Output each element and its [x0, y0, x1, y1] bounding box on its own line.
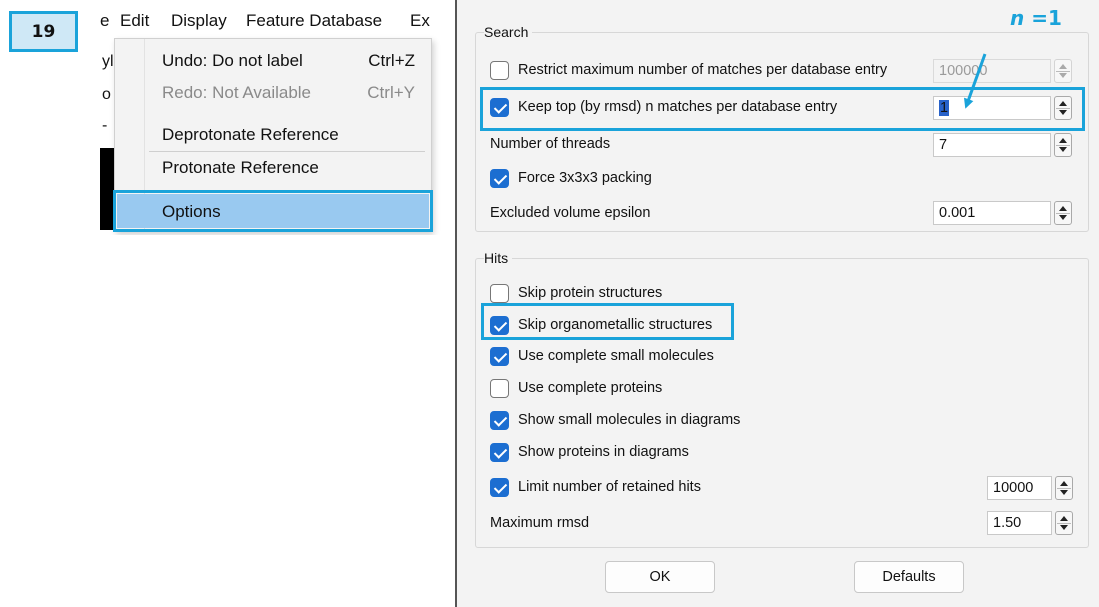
keep-top-value: 1 — [939, 100, 950, 116]
edit-menu-dropdown: Undo: Do not label Ctrl+Z Redo: Not Avai… — [114, 38, 432, 232]
show-proteins-checkbox[interactable] — [490, 443, 509, 462]
hits-option-row: Skip protein structures — [490, 282, 890, 306]
spin-arrows[interactable] — [1054, 59, 1072, 83]
menu-item-shortcut: Ctrl+Y — [367, 83, 415, 102]
limit-hits-label: Limit number of retained hits — [518, 479, 701, 495]
complete-proteins-checkbox[interactable] — [490, 379, 509, 398]
n-symbol: n — [1010, 6, 1025, 30]
spin-up-icon[interactable] — [1060, 481, 1068, 486]
spin-down-icon[interactable] — [1059, 110, 1067, 115]
n-value: =1 — [1031, 6, 1062, 30]
ok-button[interactable]: OK — [605, 561, 715, 593]
spin-down-icon[interactable] — [1060, 490, 1068, 495]
menu-item-protonate-reference[interactable]: Protonate Reference — [147, 152, 427, 182]
skip-organometallic-label: Skip organometallic structures — [518, 317, 713, 333]
threads-value: 7 — [939, 137, 948, 153]
limit-hits-spinbox[interactable]: 10000 — [987, 476, 1073, 500]
epsilon-row: Excluded volume epsilon — [490, 202, 790, 226]
hits-option-row: Show proteins in diagrams — [490, 441, 890, 465]
restrict-matches-checkbox[interactable] — [490, 61, 509, 80]
menu-item-undo[interactable]: Undo: Do not label Ctrl+Z — [147, 45, 427, 75]
force-packing-checkbox[interactable] — [490, 169, 509, 188]
skip-protein-label: Skip protein structures — [518, 285, 663, 301]
spin-up-icon[interactable] — [1059, 206, 1067, 211]
hits-option-row: Use complete small molecules — [490, 345, 890, 369]
menu-item-label: Deprotonate Reference — [162, 125, 339, 144]
menu-export-partial[interactable]: Ex — [410, 11, 430, 31]
menu-item-label: Redo: Not Available — [162, 83, 312, 102]
restrict-matches-row: Restrict maximum number of matches per d… — [490, 59, 910, 83]
keep-top-row: Keep top (by rmsd) n matches per databas… — [490, 96, 910, 120]
spin-arrows[interactable] — [1055, 511, 1073, 535]
threads-label: Number of threads — [490, 136, 611, 152]
complete-small-molecules-checkbox[interactable] — [490, 347, 509, 366]
toolbar-fragment: o — [102, 86, 111, 103]
spin-down-icon[interactable] — [1059, 147, 1067, 152]
menu-item-label: Protonate Reference — [162, 158, 319, 177]
force-packing-row: Force 3x3x3 packing — [490, 167, 790, 191]
skip-organometallic-checkbox[interactable] — [490, 316, 509, 335]
step-badge: 19 — [9, 11, 78, 52]
spin-down-icon[interactable] — [1059, 215, 1067, 220]
limit-hits-checkbox[interactable] — [490, 478, 509, 497]
restrict-matches-spinbox[interactable]: 100000 — [933, 59, 1072, 83]
epsilon-value: 0.001 — [939, 205, 976, 221]
spin-down-icon[interactable] — [1059, 73, 1067, 78]
search-group-title: Search — [484, 24, 533, 40]
step-number: 19 — [31, 21, 56, 42]
menu-file-partial[interactable]: e — [100, 11, 109, 31]
menu-feature-database[interactable]: Feature Database — [246, 11, 382, 31]
show-small-molecules-checkbox[interactable] — [490, 411, 509, 430]
spin-arrows[interactable] — [1054, 133, 1072, 157]
toolbar-fragment: - — [102, 117, 108, 134]
hits-option-row: Show small molecules in diagrams — [490, 409, 890, 433]
menu-item-label: Undo: Do not label — [162, 51, 303, 70]
menu-item-options[interactable]: Options — [117, 194, 429, 228]
epsilon-label: Excluded volume epsilon — [490, 205, 651, 221]
max-rmsd-row: Maximum rmsd — [490, 512, 790, 536]
menu-edit[interactable]: Edit — [120, 11, 149, 31]
keep-top-checkbox[interactable] — [490, 98, 509, 117]
spin-up-icon[interactable] — [1059, 138, 1067, 143]
keep-top-spinbox[interactable]: 1 — [933, 96, 1072, 120]
menu-item-shortcut: Ctrl+Z — [368, 51, 415, 70]
limit-hits-value: 10000 — [993, 480, 1034, 496]
menu-display[interactable]: Display — [171, 11, 227, 31]
menu-item-redo[interactable]: Redo: Not Available Ctrl+Y — [147, 77, 427, 107]
spin-up-icon[interactable] — [1059, 64, 1067, 69]
options-dialog: Search Restrict maximum number of matche… — [455, 0, 1099, 607]
threads-row: Number of threads — [490, 133, 790, 157]
toolbar-fragment: yl — [102, 53, 114, 70]
skip-protein-checkbox[interactable] — [490, 284, 509, 303]
restrict-matches-label: Restrict maximum number of matches per d… — [518, 62, 888, 78]
spin-up-icon[interactable] — [1060, 516, 1068, 521]
complete-small-molecules-label: Use complete small molecules — [518, 348, 714, 364]
hits-group-title: Hits — [484, 250, 513, 266]
menu-item-label: Options — [162, 202, 221, 221]
show-proteins-label: Show proteins in diagrams — [518, 444, 689, 460]
spin-arrows[interactable] — [1054, 201, 1072, 225]
keep-top-label: Keep top (by rmsd) n matches per databas… — [518, 99, 838, 115]
spin-down-icon[interactable] — [1060, 525, 1068, 530]
spin-arrows[interactable] — [1054, 96, 1072, 120]
hits-option-row: Use complete proteins — [490, 377, 890, 401]
complete-proteins-label: Use complete proteins — [518, 380, 663, 396]
hits-option-row: Limit number of retained hits — [490, 476, 890, 500]
restrict-matches-value: 100000 — [939, 63, 988, 79]
max-rmsd-label: Maximum rmsd — [490, 515, 590, 531]
epsilon-spinbox[interactable]: 0.001 — [933, 201, 1072, 225]
menu-item-deprotonate-reference[interactable]: Deprotonate Reference — [147, 119, 427, 149]
main-window: e Edit Display Feature Database Ex yl o … — [100, 0, 450, 235]
spin-arrows[interactable] — [1055, 476, 1073, 500]
n-value-annotation: n =1 — [1010, 6, 1062, 30]
hits-option-row: Skip organometallic structures — [490, 314, 890, 338]
defaults-button[interactable]: Defaults — [854, 561, 964, 593]
force-packing-label: Force 3x3x3 packing — [518, 170, 652, 186]
threads-spinbox[interactable]: 7 — [933, 133, 1072, 157]
max-rmsd-spinbox[interactable]: 1.50 — [987, 511, 1073, 535]
spin-up-icon[interactable] — [1059, 101, 1067, 106]
show-small-molecules-label: Show small molecules in diagrams — [518, 412, 741, 428]
max-rmsd-value: 1.50 — [993, 515, 1022, 531]
